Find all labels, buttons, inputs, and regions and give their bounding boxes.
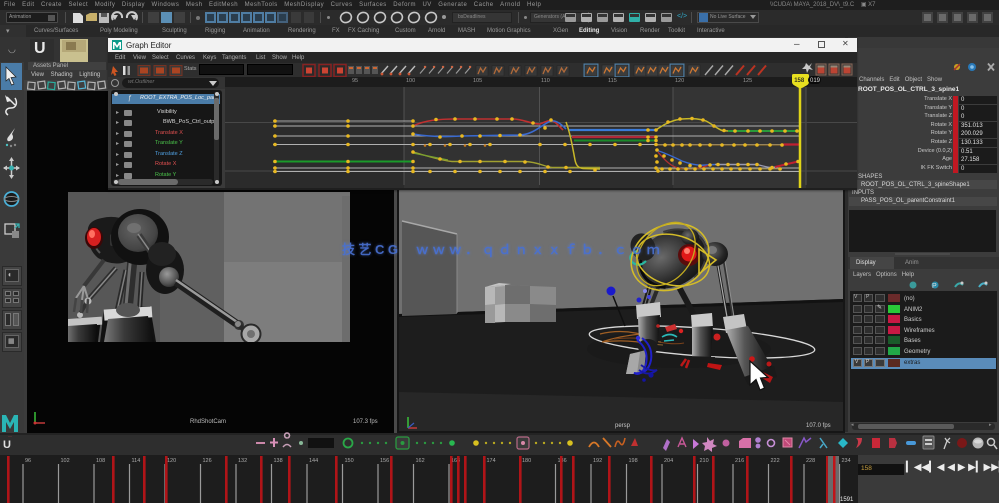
svg-text:158: 158: [794, 78, 805, 84]
